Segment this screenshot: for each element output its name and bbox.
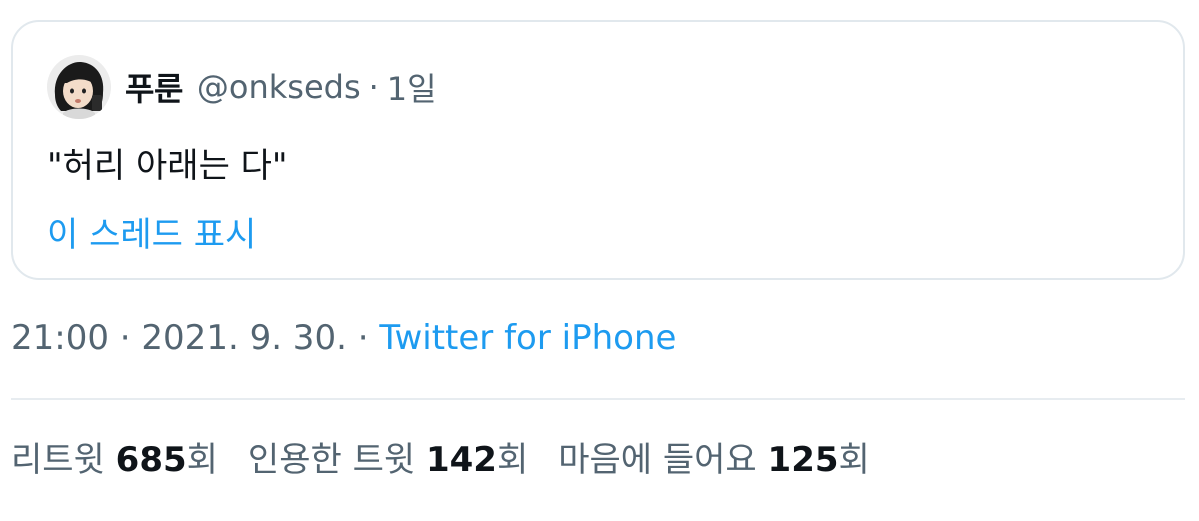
separator-dot: ·: [368, 68, 379, 106]
tweet-stats: 리트윗 685회 인용한 트윗 142회 마음에 들어요 125회: [11, 432, 900, 481]
divider: [11, 398, 1185, 400]
retweets-unit: 회: [186, 440, 218, 480]
tweet-date[interactable]: 2021. 9. 30.: [141, 318, 346, 358]
retweets-stat[interactable]: 리트윗 685회: [11, 432, 218, 481]
quoted-tweet-header: 푸룬 @onkseds · 1일: [47, 54, 437, 120]
quotes-count: 142: [425, 440, 497, 480]
likes-unit: 회: [838, 440, 870, 480]
quotes-label: 인용한 트윗: [247, 440, 416, 480]
quotes-unit: 회: [496, 440, 529, 480]
tweet-time[interactable]: 21:00: [11, 318, 109, 358]
author-handle[interactable]: @onkseds: [197, 68, 361, 106]
profile-avatar-icon: [47, 55, 111, 119]
quoted-tweet-text: "허리 아래는 다": [47, 146, 288, 186]
likes-label: 마음에 들어요: [558, 440, 757, 480]
likes-stat[interactable]: 마음에 들어요 125회: [558, 432, 870, 481]
retweets-label: 리트윗: [11, 440, 105, 480]
quoted-tweet-card[interactable]: 푸룬 @onkseds · 1일 "허리 아래는 다" 이 스레드 표시: [11, 20, 1185, 280]
quotes-stat[interactable]: 인용한 트윗 142회: [248, 432, 528, 481]
show-thread-link[interactable]: 이 스레드 표시: [47, 207, 256, 256]
retweets-count: 685: [115, 440, 187, 480]
tweet-source-link[interactable]: Twitter for iPhone: [379, 318, 676, 358]
avatar[interactable]: [47, 55, 111, 119]
author-name[interactable]: 푸룬: [125, 64, 183, 110]
tweet-meta: 21:00 · 2021. 9. 30. · Twitter for iPhon…: [11, 318, 676, 358]
post-age[interactable]: 1일: [387, 64, 437, 110]
separator-dot: ·: [357, 318, 369, 358]
separator-dot: ·: [119, 318, 131, 358]
likes-count: 125: [767, 440, 839, 480]
